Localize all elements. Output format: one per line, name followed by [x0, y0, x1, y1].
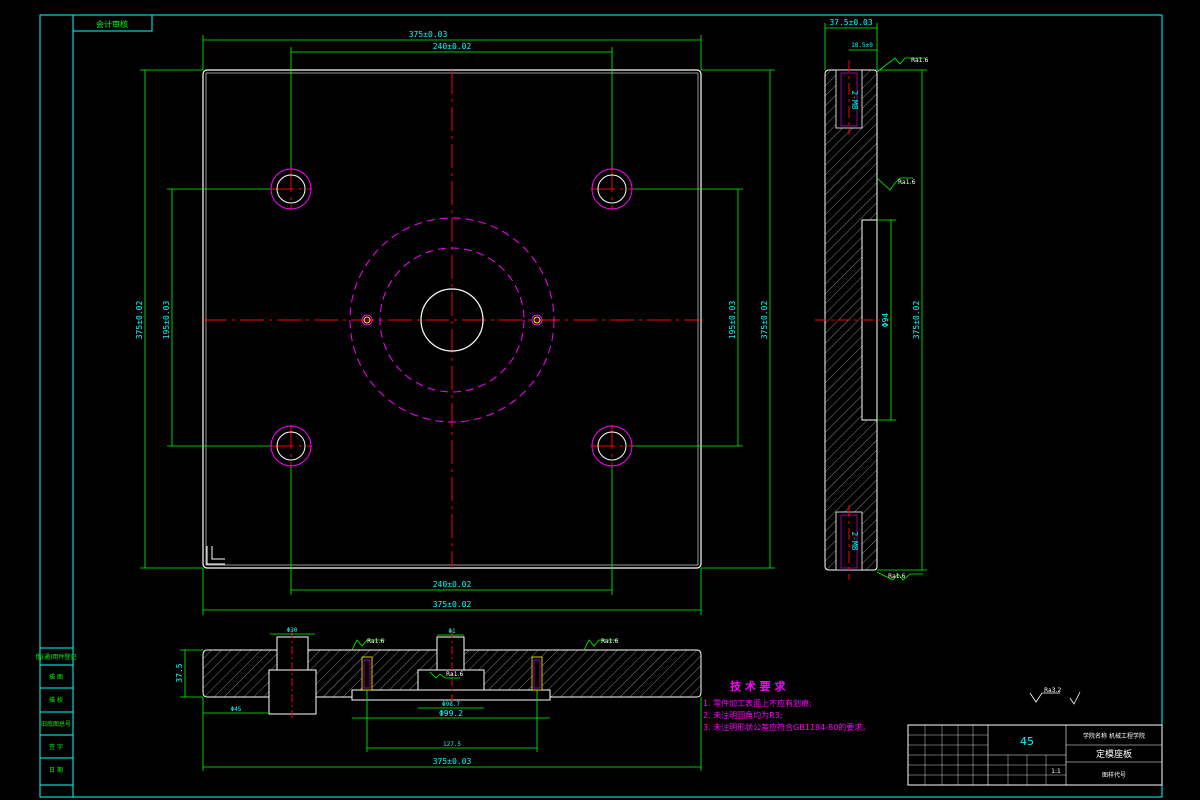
dim-section-overall: 375±0.03	[433, 757, 472, 766]
dim-hole-spacing-x-bottom: 240±0.02	[433, 580, 472, 589]
tech-req-line-1: 1. 零件加工表面上不应有划痕;	[703, 698, 812, 708]
dim-section-a: Φ98.7	[442, 701, 460, 708]
dim-left-inner: 195±0.03	[162, 301, 171, 340]
title-school: 学院名称 机械工程学院	[1083, 732, 1145, 740]
dim-overall-width-bottom: 375±0.02	[433, 600, 472, 609]
dim-right-inner: 195±0.03	[728, 301, 737, 340]
tech-req-line-3: 3. 未注明形状公差应符合GB1184-80的要求。	[703, 722, 870, 732]
dim-side-height: 375±0.02	[912, 301, 921, 340]
top-view: 375±0.03 240±0.02 240±0.02 375±0.02 375±…	[135, 30, 775, 615]
strip-item-5: 日 期	[49, 766, 63, 774]
dim-section-thickness: 37.5	[175, 663, 184, 682]
corner-tag: 会计审核	[96, 19, 128, 29]
dim-section-counterbore: Φ45	[231, 706, 242, 713]
section-view: Φ30 Φ1 37.5 Φ45 Φ98.7 Φ99.2 127.5 375±0.…	[175, 627, 702, 771]
dim-right-outer: 375±0.02	[760, 301, 769, 340]
rough-section-center: Ra1.6	[446, 671, 463, 678]
centerlines	[203, 70, 701, 568]
technical-requirements: 技 术 要 求 1. 零件加工表面上不应有划痕; 2. 未注明圆角均为R3; 3…	[703, 679, 870, 732]
side-view: 2-M8 2-M8 37.5±0.03 18.5±0 Φ94 375±0.02 …	[815, 18, 928, 581]
strip-item-1: 描 图	[49, 673, 63, 681]
dim-side-slot: Φ94	[881, 313, 890, 328]
dim-side-thickness: 37.5±0.03	[829, 18, 873, 27]
dim-side-top-hole: 18.5±0	[851, 42, 873, 49]
strip-item-0: 借(通)用件登记	[36, 653, 77, 661]
dim-left-outer: 375±0.02	[135, 301, 144, 340]
tech-req-title: 技 术 要 求	[730, 679, 786, 693]
title-block: 45 学院名称 机械工程学院 定模座板 图样代号 1:1	[907, 724, 1163, 786]
dim-section-hole: Φ30	[287, 627, 298, 634]
strip-item-3: 旧底图总号	[41, 720, 71, 728]
strip-item-2: 描 校	[49, 696, 63, 704]
tech-req-line-2: 2. 未注明圆角均为R3;	[703, 710, 783, 720]
rough-section-right: Ra1.6	[601, 638, 618, 645]
top-view-dimensions	[140, 35, 775, 615]
rough-side-mid: Ra1.6	[898, 179, 915, 186]
strip-item-4: 签 字	[49, 743, 63, 751]
dim-section-b: Φ99.2	[439, 709, 463, 718]
rough-side-top: Ra1.6	[911, 57, 928, 64]
cad-drawing-canvas: 会计审核 借(通)用件登记 描 图 描 校 旧底图总号 签 字 日 期 375±…	[36, 14, 1163, 798]
title-part-name: 定模座板	[1096, 748, 1132, 760]
rough-side-bottom: Ra1.6	[888, 573, 905, 580]
left-strip-table: 借(通)用件登记 描 图 描 校 旧底图总号 签 字 日 期	[36, 647, 77, 786]
dim-hole-spacing-x-top: 240±0.02	[433, 42, 472, 51]
thread-bottom: 2-M8	[850, 531, 859, 550]
rough-section-left: Ra1.6	[367, 638, 384, 645]
dim-section-c: 127.5	[443, 741, 461, 748]
title-drawing-no: 图样代号	[1102, 771, 1126, 779]
title-scale: 1:1	[1051, 768, 1061, 775]
dim-overall-width: 375±0.03	[409, 30, 448, 39]
thread-top: 2-M8	[850, 90, 859, 109]
title-material: 45	[1020, 735, 1034, 748]
dim-section-center-top: Φ1	[448, 628, 456, 635]
surface-note: Ra3.2	[1029, 687, 1081, 705]
surface-note-text: Ra3.2	[1044, 687, 1061, 694]
